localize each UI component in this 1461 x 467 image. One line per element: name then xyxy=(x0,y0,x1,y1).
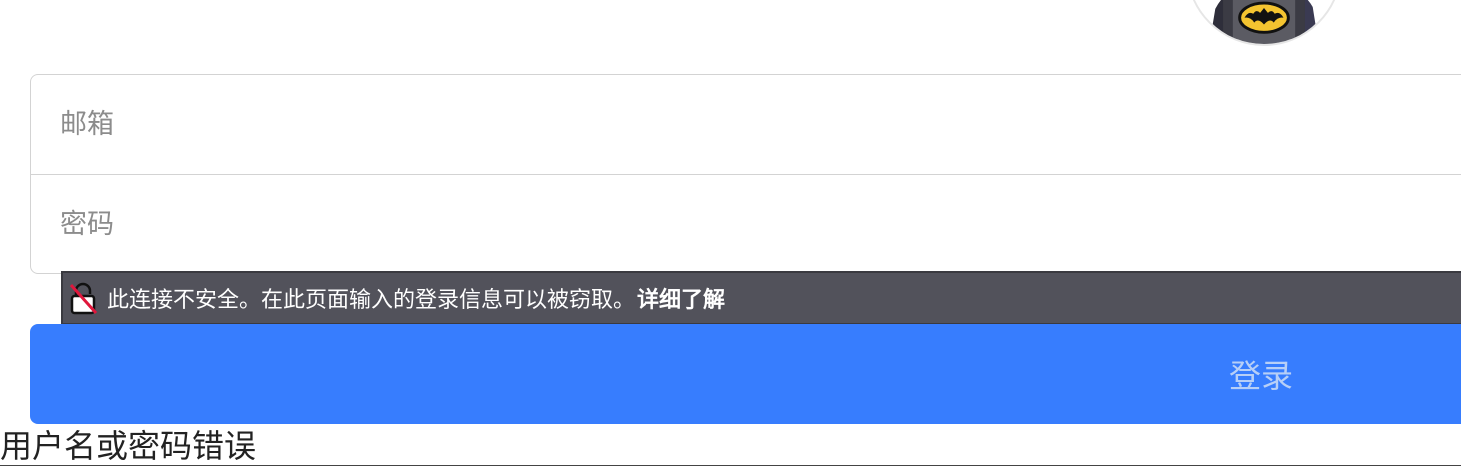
insecure-connection-warning: 此连接不安全。在此页面输入的登录信息可以被窃取。 详细了解 xyxy=(61,271,1461,325)
warning-message: 此连接不安全。在此页面输入的登录信息可以被窃取。 xyxy=(107,288,636,313)
batman-avatar-icon xyxy=(1188,0,1340,44)
divider xyxy=(0,465,1461,466)
login-button[interactable]: 登录 xyxy=(30,324,1461,424)
password-field[interactable] xyxy=(31,175,1461,273)
learn-more-link[interactable]: 详细了解 xyxy=(637,282,725,314)
error-message: 用户名或密码错误 xyxy=(0,427,257,465)
login-form xyxy=(30,74,1461,274)
avatar xyxy=(1186,0,1342,46)
email-field[interactable] xyxy=(31,75,1461,175)
insecure-lock-icon xyxy=(68,281,98,315)
